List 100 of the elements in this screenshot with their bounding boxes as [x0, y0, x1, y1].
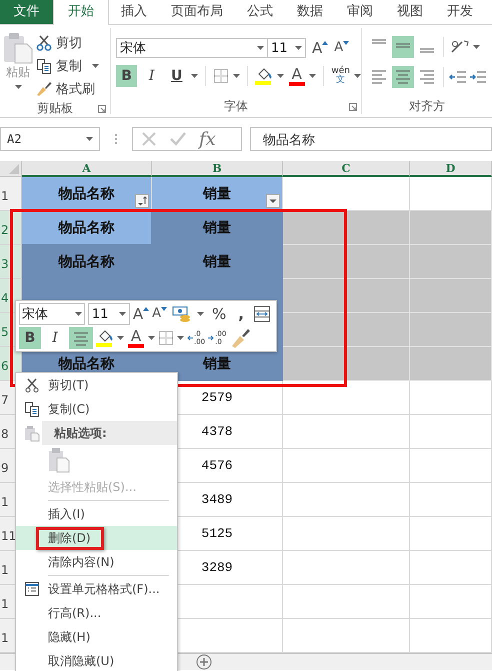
insert-function-button[interactable]: fx	[199, 128, 216, 150]
column-header[interactable]: C	[283, 161, 410, 177]
menu-item[interactable]: 行高(R)...	[48, 601, 177, 625]
ribbon-button[interactable]: 剪切	[36, 32, 99, 54]
ribbon-tab[interactable]: 开始	[53, 0, 109, 25]
caret-icon	[86, 137, 93, 141]
phonetic-button[interactable]: wén 文	[331, 67, 350, 85]
shrink-font-button[interactable]: A	[152, 305, 168, 323]
brush-icon	[36, 81, 52, 97]
align-center-icon[interactable]	[69, 327, 93, 349]
ribbon-tab[interactable]: 数据	[285, 0, 335, 24]
caret-icon	[309, 74, 316, 78]
caret-icon	[277, 74, 284, 78]
grip-icon	[114, 133, 118, 145]
font-size-field[interactable]: 11	[88, 303, 130, 325]
row-header[interactable]: 1	[0, 177, 22, 211]
grow-font-button[interactable]: A	[132, 305, 150, 323]
bold-button[interactable]: B	[19, 327, 41, 349]
table-cell[interactable]: 销量	[152, 211, 283, 245]
formula-field[interactable]: 物品名称	[250, 127, 492, 151]
ribbon-tab[interactable]: 开发	[435, 0, 485, 24]
table-cell[interactable]: 物品名称	[22, 211, 152, 245]
menu-heading: 粘贴选项:	[52, 425, 107, 442]
clipboard-icon	[3, 32, 33, 64]
italic-button[interactable]: I	[44, 327, 66, 349]
caret-icon	[295, 46, 302, 50]
menu-item[interactable]: 取消隐藏(U)	[48, 649, 177, 671]
money-icon[interactable]	[172, 305, 192, 323]
copy-icon	[36, 58, 52, 74]
add-sheet-icon[interactable]	[196, 654, 212, 670]
column-header[interactable]: D	[410, 161, 492, 177]
scissors-icon	[36, 35, 52, 51]
caret-icon	[191, 74, 198, 78]
menu-item[interactable]: 隐藏(H)	[48, 625, 177, 649]
table-cell[interactable]: 销量	[152, 245, 283, 279]
triangle-icon	[161, 307, 168, 311]
arrow-icon	[187, 335, 193, 341]
font-color-button[interactable]: A	[288, 66, 306, 86]
table-cell[interactable]: 销量	[152, 177, 283, 211]
italic-button[interactable]: I	[141, 65, 162, 87]
border-icon[interactable]	[213, 68, 230, 84]
color-bar-icon	[288, 82, 305, 86]
caret-icon	[233, 74, 240, 78]
table-cell[interactable]: 物品名称	[22, 245, 152, 279]
align-center-icon[interactable]	[392, 66, 414, 88]
table-icon	[24, 580, 40, 598]
fill-color-icon[interactable]	[96, 329, 114, 347]
font-color-button[interactable]: A	[127, 328, 145, 348]
outdent-icon[interactable]	[449, 69, 467, 85]
align-middle-icon[interactable]	[392, 36, 414, 58]
launcher-icon[interactable]	[349, 103, 357, 111]
launcher-icon[interactable]	[98, 105, 106, 113]
caret-icon	[117, 336, 124, 340]
border-icon[interactable]	[158, 330, 174, 346]
triangle-icon	[143, 307, 150, 311]
caret-icon	[177, 336, 184, 340]
font-size-field[interactable]: 11	[267, 38, 306, 58]
brush-icon[interactable]	[231, 328, 252, 348]
ribbon-tab[interactable]: 公式	[235, 0, 285, 24]
caret-icon	[354, 74, 361, 78]
fill-color-icon[interactable]	[255, 67, 274, 85]
font-name-field[interactable]: 宋体	[116, 38, 268, 58]
sort-filter-icon[interactable]	[135, 194, 149, 208]
copy-icon	[24, 400, 40, 418]
font-name-field[interactable]: 宋体	[19, 303, 85, 325]
ribbon-tab[interactable]: 页面布局	[159, 0, 235, 24]
table-cell[interactable]: 物品名称	[22, 177, 152, 211]
name-box[interactable]: A2	[0, 127, 100, 151]
indent-icon[interactable]	[469, 69, 487, 85]
ribbon-tab[interactable]: 审阅	[335, 0, 385, 24]
group-label: 对齐方	[409, 98, 445, 114]
group-label: 剪贴板	[37, 100, 73, 116]
percent-button[interactable]: %	[207, 305, 232, 323]
triangle-icon	[322, 41, 328, 45]
ribbon-button[interactable]: 格式刷	[36, 78, 99, 100]
grow-font-button[interactable]: A	[312, 39, 328, 57]
caret-icon	[92, 64, 99, 68]
bold-button[interactable]: B	[116, 65, 138, 87]
check-icon[interactable]	[169, 131, 187, 147]
caret-icon	[148, 336, 155, 340]
ribbon-tab[interactable]: 插入	[109, 0, 159, 24]
triangle-icon	[343, 41, 350, 45]
clipboard-icon	[24, 424, 40, 442]
filter-dropdown-icon[interactable]	[266, 194, 280, 208]
column-header[interactable]: A	[22, 161, 152, 177]
underline-button[interactable]: U	[166, 65, 188, 87]
ribbon-tab[interactable]: 文件	[0, 0, 53, 24]
caret-icon	[257, 46, 264, 50]
clipboard-icon[interactable]	[48, 447, 70, 473]
caret-icon	[473, 45, 480, 49]
comma-button[interactable]: ,	[234, 305, 248, 323]
scissors-icon	[24, 376, 40, 394]
caret-icon	[14, 85, 22, 89]
arrow-icon	[208, 335, 214, 341]
shrink-font-button[interactable]: A	[334, 39, 350, 57]
ribbon-button[interactable]: 复制	[36, 55, 99, 77]
group-label: 字体	[224, 98, 248, 114]
wrap-text-icon[interactable]	[253, 305, 271, 323]
column-header[interactable]: B	[152, 161, 283, 177]
ribbon-tab[interactable]: 视图	[385, 0, 435, 24]
